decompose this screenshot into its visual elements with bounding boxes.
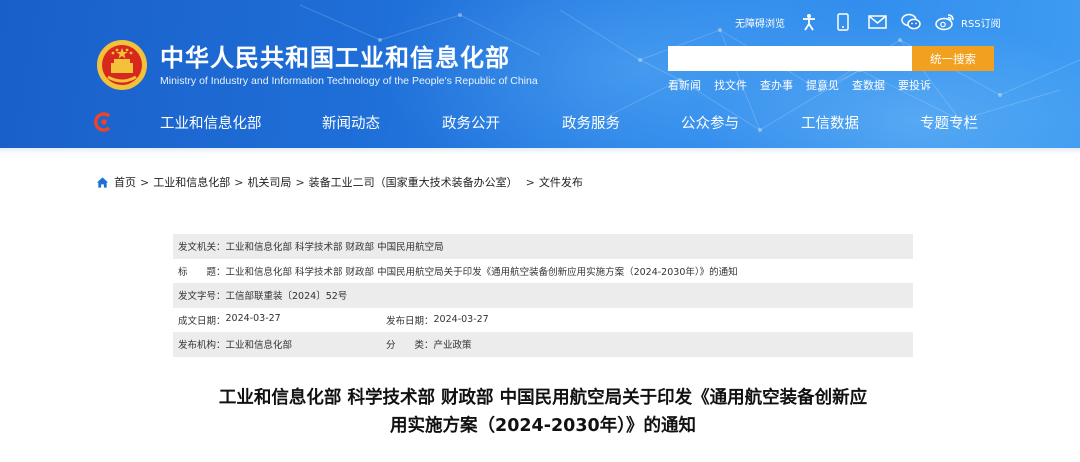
doc-number-label: 发文字号： [178,291,226,303]
breadcrumb-equipment-dept[interactable]: 装备工业二司（国家重大技术装备办公室） [309,174,518,190]
breadcrumb-separator: > [525,175,535,189]
mobile-icon[interactable] [833,12,853,32]
quick-link-complaint[interactable]: 要投诉 [898,77,931,93]
issuer-value: 工业和信息化部 科学技术部 财政部 中国民用航空局 [225,242,444,254]
created-date-label: 成文日期： [178,315,226,327]
info-row-org-category: 发布机构： 工业和信息化部 分 类： 产业政策 [173,332,913,357]
info-row-dates: 成文日期： 2024-03-27 发布日期： 2024-03-27 [173,308,913,333]
nav-item-news[interactable]: 新闻动态 [322,112,380,133]
weibo-icon[interactable] [935,12,955,32]
category-label: 分 类： [386,340,434,352]
rss-link[interactable]: RSS订阅 [961,15,1001,30]
wechat-icon[interactable] [901,12,921,32]
info-row-doc-number: 发文字号： 工信部联重装〔2024〕52号 [173,283,913,308]
published-date-value: 2024-03-27 [433,314,489,326]
nav-item-government-services[interactable]: 政务服务 [562,112,620,133]
site-header: 中华人民共和国工业和信息化部 Ministry of Industry and … [0,0,1080,148]
breadcrumb-ministry[interactable]: 工业和信息化部 [153,174,230,190]
quick-link-data[interactable]: 查数据 [852,77,885,93]
created-date-value: 2024-03-27 [225,312,281,324]
site-title[interactable]: 中华人民共和国工业和信息化部 [160,38,510,73]
mail-icon[interactable] [867,12,887,32]
issuer-label: 发文机关： [178,242,226,254]
breadcrumb: 首页 > 工业和信息化部 > 机关司局 > 装备工业二司（国家重大技术装备办公室… [96,174,583,190]
org-label: 发布机构： [178,340,226,352]
info-row-title: 标 题： 工业和信息化部 科学技术部 财政部 中国民用航空局关于印发《通用航空装… [173,259,913,284]
header-shadow [0,148,1080,154]
quick-link-feedback[interactable]: 提意见 [806,77,839,93]
search-button[interactable]: 统一搜索 [912,46,994,71]
nav-item-public-participation[interactable]: 公众参与 [681,112,739,133]
published-date-label: 发布日期： [386,315,434,327]
breadcrumb-home[interactable]: 首页 [114,174,136,190]
quick-link-services[interactable]: 查办事 [760,77,793,93]
main-navigation: 工业和信息化部 新闻动态 政务公开 政务服务 公众参与 工信数据 专题专栏 [0,103,1080,143]
nav-item-topics[interactable]: 专题专栏 [920,112,978,133]
accessibility-icon[interactable] [799,12,819,32]
document-title-line: 工业和信息化部 科学技术部 财政部 中国民用航空局关于印发《通用航空装备创新应 [218,388,868,408]
quick-link-news[interactable]: 看新闻 [668,77,701,93]
breadcrumb-departments[interactable]: 机关司局 [247,174,291,190]
document-title: 工业和信息化部 科学技术部 财政部 中国民用航空局关于印发《通用航空装备创新应 … [170,384,916,440]
search-input[interactable] [668,46,912,71]
title-label: 标 题： [178,266,226,278]
category-value: 产业政策 [433,340,472,352]
breadcrumb-separator: > [295,175,305,189]
document-info-table: 发文机关： 工业和信息化部 科学技术部 财政部 中国民用航空局 标 题： 工业和… [173,234,913,357]
doc-number-value: 工信部联重装〔2024〕52号 [225,291,348,303]
national-emblem-icon[interactable] [96,39,148,91]
home-icon[interactable] [96,176,109,189]
ministry-logo-icon[interactable] [94,112,114,132]
breadcrumb-separator: > [140,175,150,189]
accessibility-link[interactable]: 无障碍浏览 [735,15,785,30]
quick-links: 看新闻 找文件 查办事 提意见 查数据 要投诉 [668,77,944,93]
breadcrumb-separator: > [234,175,244,189]
nav-item-government-affairs[interactable]: 政务公开 [442,112,500,133]
breadcrumb-documents[interactable]: 文件发布 [539,174,583,190]
document-title-line: 用实施方案（2024-2030年）》的通知 [390,416,696,436]
nav-item-ministry[interactable]: 工业和信息化部 [160,112,262,133]
quick-link-files[interactable]: 找文件 [714,77,747,93]
top-utility-bar: 无障碍浏览 RSS订阅 [735,10,1001,34]
created-date-cell: 成文日期： 2024-03-27 [178,313,386,327]
info-row-issuer: 发文机关： 工业和信息化部 科学技术部 财政部 中国民用航空局 [173,234,913,259]
org-cell: 发布机构： 工业和信息化部 [178,337,386,351]
site-subtitle: Ministry of Industry and Information Tec… [160,75,538,87]
title-value: 工业和信息化部 科学技术部 财政部 中国民用航空局关于印发《通用航空装备创新应用… [225,266,738,278]
site-search: 统一搜索 [668,46,994,71]
nav-item-data[interactable]: 工信数据 [801,112,859,133]
org-value: 工业和信息化部 [225,340,293,352]
